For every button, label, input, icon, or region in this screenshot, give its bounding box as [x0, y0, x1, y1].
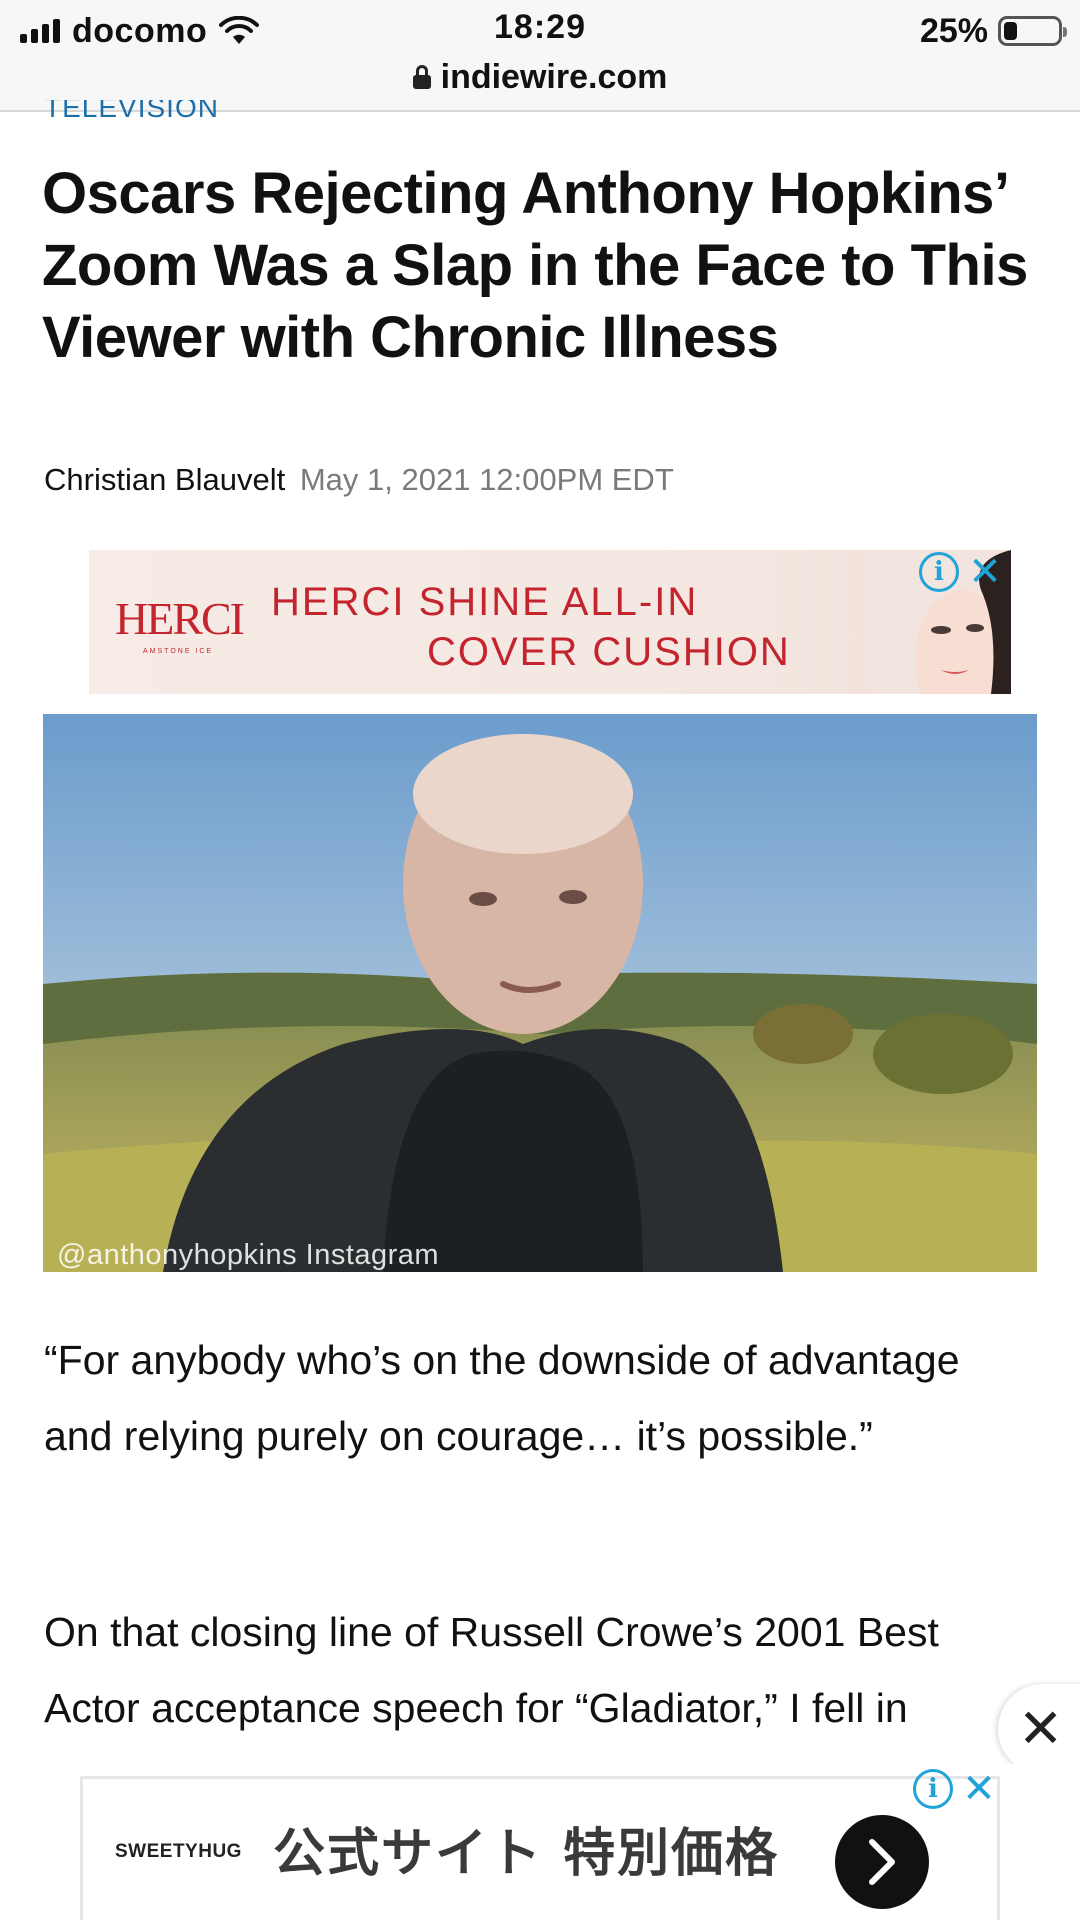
article-paragraph: “For anybody who’s on the downside of ad…	[44, 1337, 960, 1459]
article-paragraph: On that closing line of Russell Crowe’s …	[44, 1609, 939, 1731]
ad-headline: 公式サイト 特別価格	[273, 1824, 780, 1884]
battery-fill	[1004, 22, 1017, 40]
ad-brand-name: SWEETYHUG	[115, 1841, 242, 1862]
ad-headline-line1: HERCI SHINE ALL-IN	[271, 580, 699, 624]
herci-logo-sub: AMSTONE ICE	[143, 648, 214, 655]
publish-date: May 1, 2021 12:00PM EDT	[299, 462, 674, 497]
ad-close-icon[interactable]: ✕	[965, 552, 1005, 592]
author-link[interactable]: Christian Blauvelt	[44, 462, 285, 497]
battery-icon	[998, 16, 1067, 46]
anthony-hopkins-photo	[43, 714, 1037, 1272]
lock-icon	[412, 65, 431, 89]
bottom-sticky-ad: SWEETYHUG 公式サイト 特別価格 i ✕	[0, 1764, 1080, 1920]
close-icon: ✕	[1018, 1699, 1064, 1759]
url-bar[interactable]: indiewire.com	[0, 54, 1080, 100]
status-time: 18:29	[494, 8, 586, 46]
photo-credit: @anthonyhopkins Instagram	[57, 1239, 440, 1271]
chevron-right-icon	[869, 1839, 895, 1885]
herci-logo: HERCI	[115, 593, 245, 644]
category-link[interactable]: TELEVISION	[44, 100, 219, 130]
status-right: 25%	[919, 8, 1067, 54]
byline: Christian Blauvelt May 1, 2021 12:00PM E…	[44, 462, 674, 498]
ad-info-icon[interactable]: i	[919, 552, 959, 592]
ad-cta-button[interactable]	[835, 1815, 929, 1909]
url-text[interactable]: indiewire.com	[441, 58, 668, 97]
sticky-ad-close-button[interactable]: ✕	[998, 1684, 1080, 1774]
ad-info-icon[interactable]: i	[913, 1769, 953, 1809]
ad-close-icon[interactable]: ✕	[959, 1769, 999, 1809]
bottom-ad-banner[interactable]: SWEETYHUG 公式サイト 特別価格 i ✕	[80, 1769, 1000, 1920]
battery-percent: 25%	[919, 11, 988, 50]
status-and-url-bar: docomo 18:29 25% indiewire.com	[0, 0, 1080, 112]
article-photo: @anthonyhopkins Instagram	[43, 714, 1037, 1272]
top-ad-banner[interactable]: HERCI AMSTONE ICE HERCI SHINE ALL-IN COV…	[89, 550, 1011, 694]
article-headline: Oscars Rejecting Anthony Hopkins’ Zoom W…	[42, 161, 1028, 370]
ad-headline-line2: COVER CUSHION	[427, 630, 791, 674]
